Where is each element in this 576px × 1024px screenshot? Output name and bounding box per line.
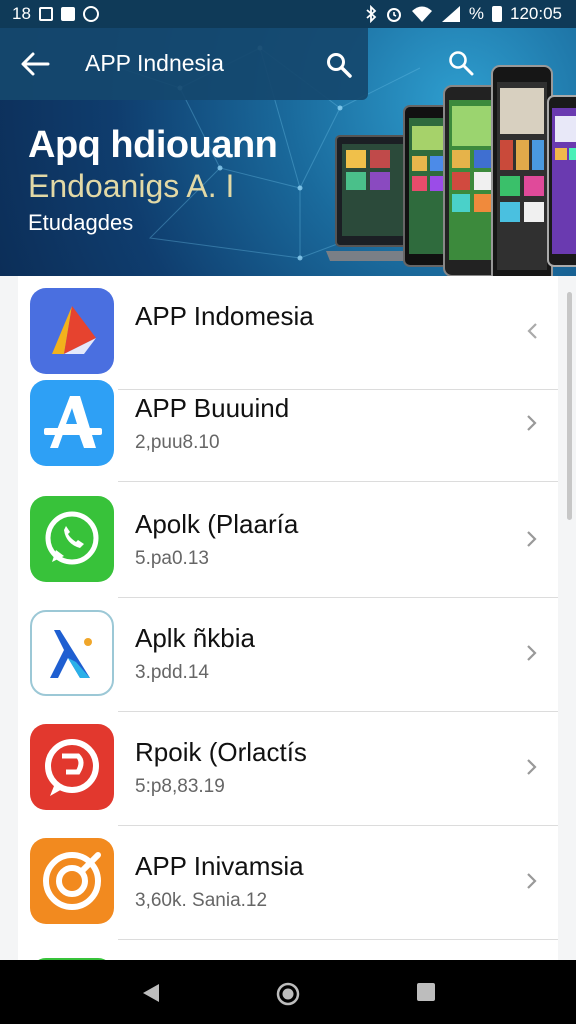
signal-icon	[441, 6, 460, 22]
alarm-icon	[82, 6, 99, 22]
app-store-triangle-icon	[30, 288, 114, 374]
chevron-right-icon	[527, 645, 537, 661]
hero-banner: APP Indnesia Apq hdiouann Endoanigs A. I…	[0, 28, 576, 276]
target-icon	[30, 838, 114, 924]
chevron-right-icon	[527, 323, 537, 339]
alarm-clock-icon	[386, 8, 401, 22]
message-icon	[60, 7, 75, 21]
app-name: Rpoik (Orlactís	[135, 737, 307, 767]
list-item[interactable]: Rpoik (Orlactís 5:p8,83.19	[18, 712, 558, 826]
list-item[interactable]: Aplk ñkbia 3.pdd.14	[18, 598, 558, 712]
divider	[118, 481, 558, 482]
app-subtitle: 2,puu8.10	[135, 432, 220, 453]
app-toolbar: APP Indnesia	[0, 28, 368, 100]
home-circle-icon[interactable]	[276, 982, 300, 1006]
app-subtitle: 3,60k. Sania.12	[135, 890, 268, 911]
app-list: APP Indomesia APP Buuuind 2,puu8.10 Apol…	[18, 276, 558, 976]
list-item[interactable]: APP Inivamsia 3,60k. Sania.12	[18, 826, 558, 940]
clock: 120:05	[510, 4, 562, 23]
app-subtitle: 5.pa0.13	[135, 548, 209, 569]
app-name: Aplk ñkbia	[135, 623, 255, 653]
devices-illustration	[326, 65, 576, 276]
lambda-icon	[30, 610, 114, 696]
hero-tagline: Etudagdes	[28, 210, 134, 235]
list-item[interactable]: APP Buuuind 2,puu8.10	[18, 368, 558, 482]
chevron-right-icon	[527, 873, 537, 889]
back-triangle-icon[interactable]	[141, 982, 161, 1004]
status-number: 18	[12, 4, 31, 23]
back-arrow-icon[interactable]	[20, 50, 50, 78]
app-name: APP Buuuind	[135, 393, 290, 423]
wifi-icon	[411, 6, 432, 22]
scrollbar[interactable]	[567, 292, 572, 520]
chevron-right-icon	[527, 759, 537, 775]
notification-icon	[38, 7, 53, 21]
hero-headline: Apq hdiouann	[28, 124, 278, 166]
app-name: Apolk (Plaaría	[135, 509, 299, 539]
toolbar-title: APP Indnesia	[85, 50, 224, 76]
app-name: APP Inivamsia	[135, 851, 304, 881]
hero-subline: Endoanigs A. I	[28, 168, 235, 204]
navigation-bar	[0, 960, 576, 1024]
recents-square-icon[interactable]	[416, 982, 436, 1002]
chat-bubble-icon	[30, 724, 114, 810]
battery-icon	[492, 6, 502, 22]
app-subtitle: 3.pdd.14	[135, 662, 209, 683]
battery-percent: %	[468, 4, 484, 23]
chevron-right-icon	[527, 415, 537, 431]
app-store-a-icon	[30, 380, 114, 466]
app-subtitle: 5:p8,83.19	[135, 776, 225, 797]
whatsapp-icon	[30, 496, 114, 582]
chevron-right-icon	[527, 531, 537, 547]
app-name: APP Indomesia	[135, 301, 314, 331]
status-bar: 18 % 120:05	[0, 0, 576, 28]
bluetooth-icon	[366, 5, 377, 23]
list-item[interactable]: Apolk (Plaaría 5.pa0.13	[18, 484, 558, 598]
